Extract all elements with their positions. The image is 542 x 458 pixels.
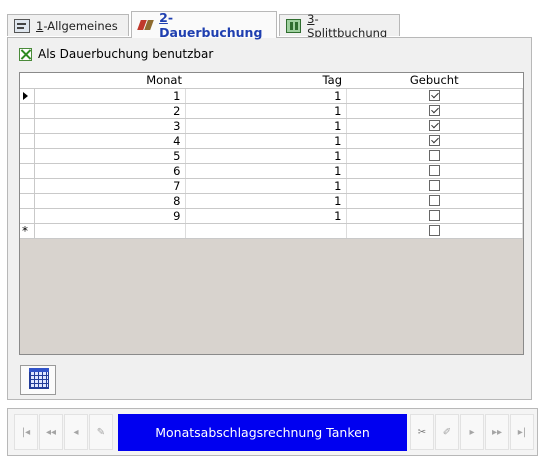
tab-strip: 1-Allgemeines 2-Dauerbuchung 3-Splittbuc… xyxy=(0,0,542,40)
monat-cell[interactable] xyxy=(34,223,186,239)
monat-cell[interactable]: 4 xyxy=(34,133,186,149)
row-selector[interactable] xyxy=(20,103,35,119)
row-selector[interactable] xyxy=(20,178,35,194)
table-row[interactable]: 41 xyxy=(20,133,523,149)
tag-cell[interactable]: 1 xyxy=(185,103,347,119)
gebucht-cell xyxy=(346,118,523,134)
table-row[interactable]: 51 xyxy=(20,148,523,164)
recurring-checkbox[interactable] xyxy=(19,47,32,61)
gebucht-checkbox[interactable] xyxy=(428,210,440,221)
tag-cell[interactable]: 1 xyxy=(185,178,347,194)
edit-record-button[interactable]: ✐ xyxy=(435,414,459,450)
gebucht-checkbox[interactable] xyxy=(428,165,440,176)
grid-header-row: Monat Tag Gebucht xyxy=(20,73,523,89)
row-selector[interactable] xyxy=(20,133,35,149)
current-row-arrow-icon xyxy=(23,91,28,100)
recurring-months-grid[interactable]: Monat Tag Gebucht 1 1 2 1 3 1 4 1 5 1 6 1 7 1 8 1 9 1 * xyxy=(19,72,524,355)
row-selector[interactable]: * xyxy=(20,223,35,239)
table-row[interactable]: 61 xyxy=(20,163,523,179)
tab-allgemeines-label: 1-Allgemeines xyxy=(36,18,118,33)
recurring-checkbox-row[interactable]: Als Dauerbuchung benutzbar xyxy=(19,47,213,61)
monat-cell[interactable]: 6 xyxy=(34,163,186,179)
first-record-button[interactable]: |◂ xyxy=(14,414,38,450)
gebucht-cell xyxy=(346,193,523,209)
row-selector-header xyxy=(20,73,34,89)
delete-record-button[interactable]: ✂ xyxy=(410,414,434,450)
gebucht-checkbox[interactable] xyxy=(428,195,440,206)
row-selector[interactable] xyxy=(20,193,35,209)
last-record-button[interactable]: ▸| xyxy=(510,414,534,450)
table-row[interactable]: 71 xyxy=(20,178,523,194)
recurring-booking-icon xyxy=(138,18,153,32)
gebucht-checkbox[interactable] xyxy=(428,120,440,131)
gebucht-checkbox[interactable] xyxy=(428,90,440,101)
row-selector[interactable] xyxy=(20,163,35,179)
gebucht-cell xyxy=(346,148,523,164)
tab-splittbuchung[interactable]: 3-Splittbuchung xyxy=(279,12,400,40)
tab-dauerbuchung[interactable]: 2-Dauerbuchung xyxy=(131,10,277,40)
properties-icon xyxy=(14,18,30,33)
gebucht-checkbox[interactable] xyxy=(428,105,440,116)
next-record-button[interactable]: ▸ xyxy=(460,414,484,450)
next-page-button[interactable]: ▸▸ xyxy=(485,414,509,450)
tag-cell[interactable] xyxy=(185,223,347,239)
column-header-monat[interactable]: Monat xyxy=(34,73,185,89)
monat-cell[interactable]: 1 xyxy=(34,88,186,104)
row-selector[interactable] xyxy=(20,118,35,134)
gebucht-checkbox[interactable] xyxy=(428,150,440,161)
gebucht-cell xyxy=(346,88,523,104)
calendar-icon xyxy=(29,368,49,389)
gebucht-cell xyxy=(346,223,523,239)
previous-page-button[interactable]: ◂◂ xyxy=(39,414,63,450)
tag-cell[interactable]: 1 xyxy=(185,193,347,209)
monat-cell[interactable]: 7 xyxy=(34,178,186,194)
monat-cell[interactable]: 3 xyxy=(34,118,186,134)
tag-cell[interactable]: 1 xyxy=(185,133,347,149)
gebucht-checkbox[interactable] xyxy=(428,180,440,191)
gebucht-cell xyxy=(346,163,523,179)
column-header-tag[interactable]: Tag xyxy=(185,73,346,89)
gebucht-cell xyxy=(346,208,523,224)
table-row[interactable]: 81 xyxy=(20,193,523,209)
new-record-row[interactable]: * xyxy=(20,223,523,239)
record-navigator: |◂ ◂◂ ◂ ✎ Monatsabschlagsrechnung Tanken… xyxy=(7,408,538,456)
monat-cell[interactable]: 8 xyxy=(34,193,186,209)
tag-cell[interactable]: 1 xyxy=(185,118,347,134)
recurring-months-table: Monat Tag Gebucht 1 1 2 1 3 1 4 1 5 1 6 1 7 1 8 1 9 1 * xyxy=(20,73,523,239)
row-selector[interactable] xyxy=(20,88,35,104)
tag-cell[interactable]: 1 xyxy=(185,208,347,224)
tag-cell[interactable]: 1 xyxy=(185,88,347,104)
row-selector[interactable] xyxy=(20,148,35,164)
table-row[interactable]: 91 xyxy=(20,208,523,224)
tab-dauerbuchung-label: 2-Dauerbuchung xyxy=(159,10,263,40)
tab-allgemeines[interactable]: 1-Allgemeines xyxy=(7,14,129,36)
gebucht-cell xyxy=(346,178,523,194)
current-record-label: Monatsabschlagsrechnung Tanken xyxy=(118,414,407,451)
table-row[interactable]: 31 xyxy=(20,118,523,134)
new-row-marker: * xyxy=(22,223,28,238)
tag-cell[interactable]: 1 xyxy=(185,163,347,179)
table-row[interactable]: 11 xyxy=(20,88,523,104)
gebucht-cell xyxy=(346,103,523,119)
row-selector[interactable] xyxy=(20,208,35,224)
tag-cell[interactable]: 1 xyxy=(185,148,347,164)
new-record-button[interactable]: ✎ xyxy=(89,414,113,450)
split-booking-icon xyxy=(286,18,302,33)
recurring-checkbox-label: Als Dauerbuchung benutzbar xyxy=(38,47,214,61)
monat-cell[interactable]: 2 xyxy=(34,103,186,119)
previous-record-button[interactable]: ◂ xyxy=(64,414,88,450)
monat-cell[interactable]: 9 xyxy=(34,208,186,224)
gebucht-checkbox[interactable] xyxy=(428,225,440,236)
gebucht-checkbox[interactable] xyxy=(428,135,440,146)
table-row[interactable]: 21 xyxy=(20,103,523,119)
dauerbuchung-panel: Als Dauerbuchung benutzbar Monat Tag Geb… xyxy=(7,37,532,400)
monat-cell[interactable]: 5 xyxy=(34,148,186,164)
tab-splittbuchung-label: 3-Splittbuchung xyxy=(307,11,388,40)
column-header-gebucht[interactable]: Gebucht xyxy=(346,73,523,89)
gebucht-cell xyxy=(346,133,523,149)
calendar-button[interactable] xyxy=(20,365,56,395)
